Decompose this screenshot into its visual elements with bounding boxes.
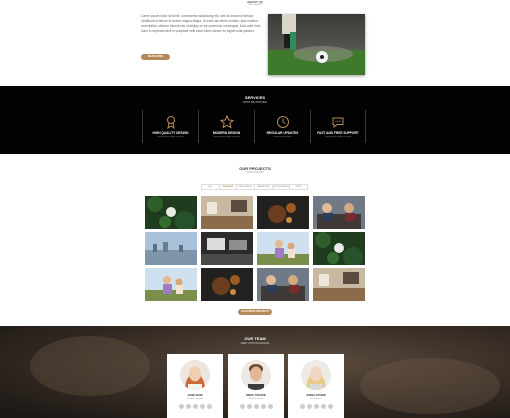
team-section: OUR TEAM MEET OUR DESIGNERS JANE DOE Gra… (0, 326, 510, 418)
avatar (241, 360, 271, 390)
service-desc: Lorem ipsum dolor sit amet (213, 136, 240, 138)
google-icon[interactable] (253, 404, 259, 409)
service-name: MODERN DESIGN (212, 131, 241, 135)
project-tile-food[interactable] (201, 268, 253, 301)
project-tile-meeting[interactable] (313, 196, 365, 229)
project-tile-celebration[interactable] (145, 268, 197, 301)
project-tile-plant[interactable] (313, 232, 365, 265)
member-role: Web Developer (248, 398, 264, 400)
project-tile-city[interactable] (145, 232, 197, 265)
facebook-icon[interactable] (239, 404, 245, 409)
member-name: MIKE CRUISE (246, 393, 266, 397)
member-name: JANE DOE (187, 393, 203, 397)
project-tile-office[interactable] (313, 268, 365, 301)
soccer-photo (268, 14, 365, 75)
services-section: SERVICES WHAT WE PROVIDE HIGH QUALITY DE… (0, 86, 510, 154)
service-item-updates: REGULAR UPDATES Lorem ipsum dolor (254, 110, 310, 143)
service-item-support: FAST AND FREE SUPPORT Lorem ipsum dolor … (310, 110, 366, 143)
linkedin-icon[interactable] (320, 404, 326, 409)
service-desc: Lorem ipsum dolor sit amet (157, 136, 184, 138)
project-tile-workspace[interactable] (201, 232, 253, 265)
services-subtitle: WHAT WE PROVIDE (243, 101, 267, 104)
member-name: ANNA STONE (306, 393, 326, 397)
service-name: FAST AND FREE SUPPORT (317, 131, 359, 135)
project-tile-office[interactable] (201, 196, 253, 229)
avatar (301, 360, 331, 390)
instagram-icon[interactable] (267, 404, 273, 409)
star-icon (219, 115, 234, 129)
service-desc: Lorem ipsum dolor sit amet (324, 136, 352, 138)
service-desc: Lorem ipsum dolor (273, 136, 292, 138)
project-tile-food[interactable] (257, 196, 309, 229)
filter-web-design[interactable]: WEB DESIGN (237, 185, 256, 189)
twitter-icon[interactable] (306, 404, 312, 409)
load-more-button[interactable]: LOAD MORE PROJECTS (238, 309, 272, 315)
google-icon[interactable] (192, 404, 198, 409)
team-card: ANNA STONE Art Director (288, 354, 344, 418)
team-card: MIKE CRUISE Web Developer (228, 354, 284, 418)
project-grid (145, 196, 365, 303)
facebook-icon[interactable] (178, 404, 184, 409)
about-text: Lorem ipsum dolor sit amet, consectetur … (141, 14, 261, 33)
project-filters: ALL BRANDING WEB DESIGN MARKETING PHOTOG… (201, 184, 308, 190)
project-tile-meeting[interactable] (257, 268, 309, 301)
social-links (288, 404, 344, 409)
services-title: SERVICES (244, 95, 266, 100)
filter-branding[interactable]: BRANDING (220, 185, 238, 189)
filter-print[interactable]: PRINT (290, 185, 307, 189)
twitter-icon[interactable] (246, 404, 252, 409)
twitter-icon[interactable] (185, 404, 191, 409)
team-subtitle: MEET OUR DESIGNERS (240, 342, 270, 345)
about-section: ABOUT US WHO WE ARE Lorem ipsum dolor si… (0, 0, 510, 86)
project-tile-celebration[interactable] (257, 232, 309, 265)
google-icon[interactable] (313, 404, 319, 409)
member-role: Graphic Designer (186, 398, 204, 400)
read-more-button[interactable]: READ MORE (141, 54, 170, 60)
service-name: REGULAR UPDATES (266, 131, 299, 135)
award-icon (166, 116, 175, 129)
linkedin-icon[interactable] (199, 404, 205, 409)
project-tile-plant[interactable] (145, 196, 197, 229)
filter-marketing[interactable]: MARKETING (255, 185, 273, 189)
service-item-quality: HIGH QUALITY DESIGN Lorem ipsum dolor si… (142, 110, 198, 143)
linkedin-icon[interactable] (260, 404, 266, 409)
clock-icon (276, 116, 289, 128)
chat-icon (332, 117, 344, 129)
social-links (167, 404, 223, 409)
service-name: HIGH QUALITY DESIGN (152, 131, 189, 135)
projects-subtitle: WHAT WE DID (246, 171, 264, 174)
team-card: JANE DOE Graphic Designer (167, 354, 223, 418)
social-links (228, 404, 284, 409)
instagram-icon[interactable] (327, 404, 333, 409)
instagram-icon[interactable] (206, 404, 212, 409)
about-kicker-sub: WHO WE ARE (248, 4, 262, 6)
service-item-modern: MODERN DESIGN Lorem ipsum dolor sit amet (198, 110, 254, 143)
projects-section: OUR PROJECTS WHAT WE DID ALL BRANDING WE… (0, 154, 510, 326)
filter-photography[interactable]: PHOTOGRAPHY (273, 185, 291, 189)
facebook-icon[interactable] (299, 404, 305, 409)
member-role: Art Director (310, 398, 322, 400)
avatar (180, 360, 210, 390)
filter-all[interactable]: ALL (202, 185, 220, 189)
team-title: OUR TEAM (244, 336, 266, 341)
